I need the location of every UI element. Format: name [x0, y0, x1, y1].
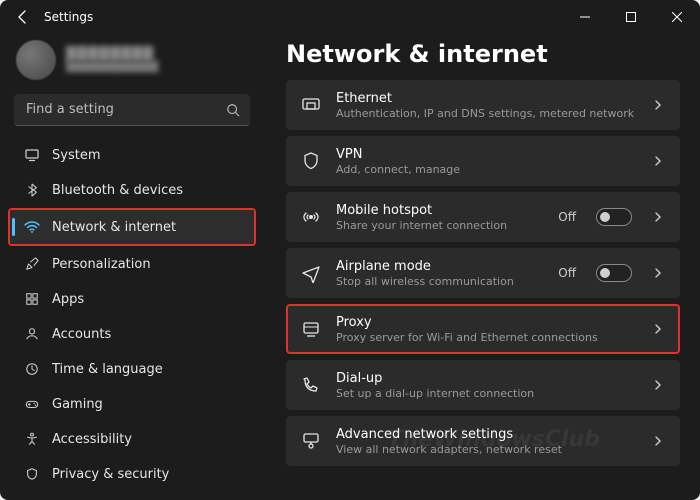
settings-window: Settings ████████ ████████████ [0, 0, 700, 500]
airplane-toggle[interactable] [596, 264, 632, 282]
chevron-right-icon [652, 432, 666, 451]
sidebar-item-privacy[interactable]: Privacy & security [10, 457, 254, 491]
chevron-right-icon [652, 376, 666, 395]
dialup-icon [300, 374, 322, 396]
back-button[interactable] [8, 2, 38, 32]
bluetooth-icon [24, 182, 40, 198]
search-input[interactable] [14, 94, 250, 126]
card-mobile-hotspot[interactable]: Mobile hotspot Share your internet conne… [286, 192, 680, 242]
sidebar-item-accounts[interactable]: Accounts [10, 317, 254, 351]
sidebar-item-update[interactable]: Windows Update [10, 492, 254, 500]
settings-cards: Ethernet Authentication, IP and DNS sett… [286, 80, 680, 466]
search-icon [226, 102, 240, 121]
window-controls [562, 0, 700, 34]
sidebar-item-label: Time & language [52, 362, 163, 377]
chevron-right-icon [652, 264, 666, 283]
accounts-icon [24, 326, 40, 342]
card-title: Advanced network settings [336, 427, 638, 442]
sidebar-item-label: Bluetooth & devices [52, 183, 183, 198]
card-subtitle: Stop all wireless communication [336, 275, 544, 288]
hotspot-icon [300, 206, 322, 228]
sidebar-item-system[interactable]: System [10, 138, 254, 172]
sidebar-item-label: Network & internet [52, 220, 176, 235]
close-button[interactable] [654, 0, 700, 34]
accessibility-icon [24, 431, 40, 447]
system-icon [24, 147, 40, 163]
toggle-state-label: Off [558, 266, 576, 280]
privacy-icon [24, 466, 40, 482]
card-subtitle: Share your internet connection [336, 219, 544, 232]
proxy-icon [300, 318, 322, 340]
chevron-right-icon [652, 96, 666, 115]
card-vpn[interactable]: VPN Add, connect, manage [286, 136, 680, 186]
ethernet-icon [300, 94, 322, 116]
minimize-button[interactable] [562, 0, 608, 34]
card-title: Mobile hotspot [336, 203, 544, 218]
user-account-row[interactable]: ████████ ████████████ [10, 36, 254, 90]
sidebar-item-label: Privacy & security [52, 467, 169, 482]
vpn-icon [300, 150, 322, 172]
advanced-network-icon [300, 430, 322, 452]
user-email: ████████████ [66, 62, 158, 73]
page-title: Settings [44, 10, 93, 24]
sidebar: ████████ ████████████ System Bluetooth &… [0, 34, 264, 500]
time-icon [24, 361, 40, 377]
card-title: Airplane mode [336, 259, 544, 274]
maximize-button[interactable] [608, 0, 654, 34]
card-proxy[interactable]: Proxy Proxy server for Wi-Fi and Etherne… [286, 304, 680, 354]
apps-icon [24, 291, 40, 307]
sidebar-item-label: Personalization [52, 257, 151, 272]
sidebar-item-network[interactable]: Network & internet [10, 210, 254, 244]
card-subtitle: Set up a dial-up internet connection [336, 387, 638, 400]
sidebar-item-personalization[interactable]: Personalization [10, 247, 254, 281]
chevron-right-icon [652, 152, 666, 171]
sidebar-item-accessibility[interactable]: Accessibility [10, 422, 254, 456]
search-container [14, 94, 250, 126]
main-content: Network & internet Ethernet Authenticati… [264, 34, 700, 500]
sidebar-item-label: Apps [52, 292, 84, 307]
sidebar-item-time-language[interactable]: Time & language [10, 352, 254, 386]
card-dialup[interactable]: Dial-up Set up a dial-up internet connec… [286, 360, 680, 410]
user-name: ████████ [66, 47, 158, 62]
sidebar-item-label: Accounts [52, 327, 111, 342]
sidebar-item-label: Gaming [52, 397, 103, 412]
card-subtitle: View all network adapters, network reset [336, 443, 638, 456]
card-title: Ethernet [336, 91, 638, 106]
card-advanced-network[interactable]: Advanced network settings View all netwo… [286, 416, 680, 466]
card-ethernet[interactable]: Ethernet Authentication, IP and DNS sett… [286, 80, 680, 130]
card-airplane-mode[interactable]: Airplane mode Stop all wireless communic… [286, 248, 680, 298]
personalization-icon [24, 256, 40, 272]
wifi-icon [24, 219, 40, 235]
card-subtitle: Add, connect, manage [336, 163, 638, 176]
chevron-right-icon [652, 208, 666, 227]
sidebar-item-label: System [52, 148, 100, 163]
toggle-state-label: Off [558, 210, 576, 224]
card-title: Proxy [336, 315, 638, 330]
card-subtitle: Proxy server for Wi-Fi and Ethernet conn… [336, 331, 638, 344]
card-title: VPN [336, 147, 638, 162]
main-heading: Network & internet [286, 40, 680, 68]
avatar [16, 40, 56, 80]
hotspot-toggle[interactable] [596, 208, 632, 226]
highlight-rect-sidebar: Network & internet [8, 208, 256, 246]
sidebar-item-gaming[interactable]: Gaming [10, 387, 254, 421]
chevron-right-icon [652, 320, 666, 339]
card-title: Dial-up [336, 371, 638, 386]
sidebar-item-label: Accessibility [52, 432, 132, 447]
titlebar: Settings [0, 0, 700, 34]
nav: System Bluetooth & devices Network & int… [10, 138, 254, 500]
sidebar-item-apps[interactable]: Apps [10, 282, 254, 316]
airplane-icon [300, 262, 322, 284]
gaming-icon [24, 396, 40, 412]
card-subtitle: Authentication, IP and DNS settings, met… [336, 107, 638, 120]
sidebar-item-bluetooth[interactable]: Bluetooth & devices [10, 173, 254, 207]
